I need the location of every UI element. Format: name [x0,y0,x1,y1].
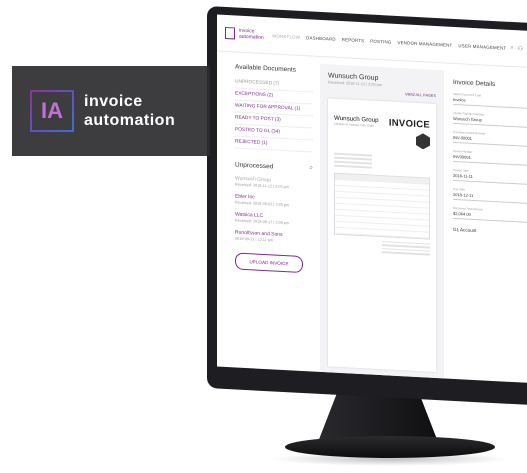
ia-logo-icon: IA [30,90,74,132]
app-logo-icon[interactable] [225,26,235,40]
nav-item-vendor-management[interactable]: VENDOR MANAGEMENT [397,39,452,47]
app-logo-text: invoice automation [238,27,264,41]
list-item[interactable]: Runolfsson and Sons 2018-09-23 | 12:11 p… [235,229,313,244]
nav-item-dashboard[interactable]: DASHBOARD [306,35,336,42]
purchase-invoice-field[interactable]: Purchase Invoice Number INV-00001 [453,129,527,148]
nav-item-reports[interactable]: REPORTS [342,37,365,43]
brand-badge: IA invoice automation [12,66,210,156]
vendor-field[interactable]: Vendor Payment Number Wunsuch Group [453,110,527,129]
total-amount-field[interactable]: Document Total Amount $2,064.00 [453,205,527,224]
invoice-totals [382,240,430,256]
nav-item-workflow[interactable]: WORKFLOW [272,33,300,39]
nav-item-posting[interactable]: POSTING [370,38,391,44]
brand-name: invoice automation [84,93,176,129]
view-all-pages-link[interactable]: VIEW ALL PAGES [328,88,436,98]
unprocessed-title: Unprocessed [235,160,274,170]
invoice-text-lines [334,152,430,172]
monitor-stand-base [285,436,495,458]
app-header: invoice automation WORKFLOW DASHBOARD RE… [217,14,527,69]
list-item[interactable]: Watsica LLC Received: 2018-09-17 | 3:09 … [235,211,313,226]
monitor: invoice automation WORKFLOW DASHBOARD RE… [207,6,527,406]
invoice-details-panel: Invoice Details Select Document Type Inv… [451,71,527,384]
documents-title: Available Documents [235,63,296,74]
invoice-heading: INVOICE [388,117,430,131]
invoice-preview-panel: Wunsuch Group Received: 2018-11-12 | 3:0… [320,63,444,379]
invoice-date-field[interactable]: Invoice Date 2018-11-11 [453,167,527,186]
invoice-number-field[interactable]: Invoice Number INV00001 [453,148,527,167]
due-date-field[interactable]: Due Date 2018-12-11 [453,186,527,205]
search-icon[interactable]: ⌕ [309,164,313,172]
gl-account-title: GL Account [453,226,477,234]
document-type-select[interactable]: Select Document Type Invoice [453,91,527,110]
invoice-document: Wunsuch Group 123 Main St. Anytown, USA … [328,98,436,373]
details-title: Invoice Details [453,78,496,89]
nav-item-user-management[interactable]: USER MANAGEMENT [458,43,506,51]
main-nav: WORKFLOW DASHBOARD REPORTS POSTING VENDO… [272,33,506,50]
invoice-line-table [334,172,430,240]
list-item[interactable]: Wunsuch Group Received: 2018-11-12 | 3:0… [235,175,313,190]
vendor-logo-icon [416,133,430,150]
list-item[interactable]: Ebler Inc Received: 2018-09-03 | 3:25 pm [235,193,313,208]
user-icon[interactable]: ⚇ [518,45,523,52]
search-icon[interactable]: ⌕ [510,44,513,51]
app-screen: invoice automation WORKFLOW DASHBOARD RE… [217,14,527,384]
upload-invoice-button[interactable]: UPLOAD INVOICE [235,252,303,274]
documents-panel: Available Documents UNPROCESSED (7) EXCE… [235,63,313,274]
